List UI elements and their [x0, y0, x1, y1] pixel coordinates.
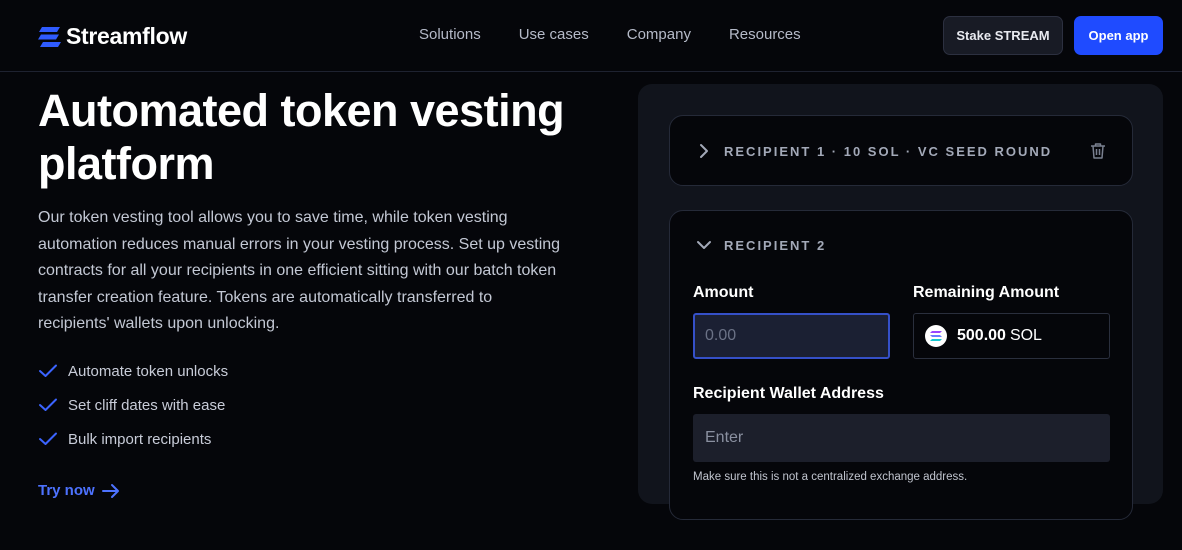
- open-app-button[interactable]: Open app: [1074, 16, 1163, 55]
- nav-use-cases[interactable]: Use cases: [519, 26, 589, 43]
- nav-company[interactable]: Company: [627, 26, 691, 43]
- check-icon: [39, 432, 57, 445]
- remaining-amount-label: Remaining Amount: [913, 284, 1060, 301]
- try-now-link[interactable]: Try now: [38, 482, 121, 499]
- wallet-address-input[interactable]: [693, 414, 1110, 462]
- wallet-address-hint: Make sure this is not a centralized exch…: [693, 471, 968, 483]
- feature-label: Automate token unlocks: [68, 362, 229, 380]
- feature-label: Set cliff dates with ease: [68, 396, 226, 414]
- feature-item: Set cliff dates with ease: [38, 388, 228, 422]
- remaining-amount-value: 500.00: [957, 327, 1006, 344]
- main-nav: Solutions Use cases Company Resources: [419, 26, 839, 43]
- try-now-label: Try now: [38, 482, 95, 499]
- wallet-address-label: Recipient Wallet Address: [693, 385, 884, 402]
- feature-label: Bulk import recipients: [68, 430, 212, 448]
- nav-resources[interactable]: Resources: [729, 26, 801, 43]
- brand-logo[interactable]: Streamflow: [38, 23, 187, 50]
- recipient-1-card[interactable]: RECIPIENT 1 · 10 SOL · VC SEED ROUND: [669, 115, 1133, 186]
- solana-icon: [925, 325, 947, 347]
- chevron-right-icon[interactable]: [698, 143, 710, 159]
- feature-item: Bulk import recipients: [38, 422, 228, 456]
- recipient-1-label: RECIPIENT 1 · 10 SOL · VC SEED ROUND: [724, 144, 1053, 159]
- check-icon: [39, 398, 57, 411]
- chevron-down-icon[interactable]: [696, 239, 712, 251]
- feature-item: Automate token unlocks: [38, 354, 228, 388]
- brand-name: Streamflow: [66, 23, 187, 49]
- nav-solutions[interactable]: Solutions: [419, 26, 481, 43]
- page-title: Automated token vesting platform: [38, 85, 565, 189]
- stake-stream-button[interactable]: Stake STREAM: [943, 16, 1063, 55]
- amount-label: Amount: [693, 284, 754, 301]
- hero-description: Our token vesting tool allows you to sav…: [38, 209, 561, 332]
- remaining-amount-unit: SOL: [1009, 327, 1042, 344]
- arrow-right-icon: [101, 483, 119, 498]
- feature-list: Automate token unlocks Set cliff dates w…: [38, 354, 228, 456]
- amount-input[interactable]: [693, 313, 890, 359]
- recipient-2-label: RECIPIENT 2: [724, 238, 827, 253]
- trash-icon[interactable]: [1089, 142, 1107, 160]
- streamflow-logo-icon: [38, 26, 61, 47]
- remaining-amount-display: 500.00 SOL: [913, 313, 1110, 359]
- check-icon: [39, 364, 57, 377]
- top-navigation: Streamflow Solutions Use cases Company R…: [0, 0, 1182, 72]
- recipient-2-card: RECIPIENT 2 Amount Remaining Amount 500.…: [669, 210, 1133, 520]
